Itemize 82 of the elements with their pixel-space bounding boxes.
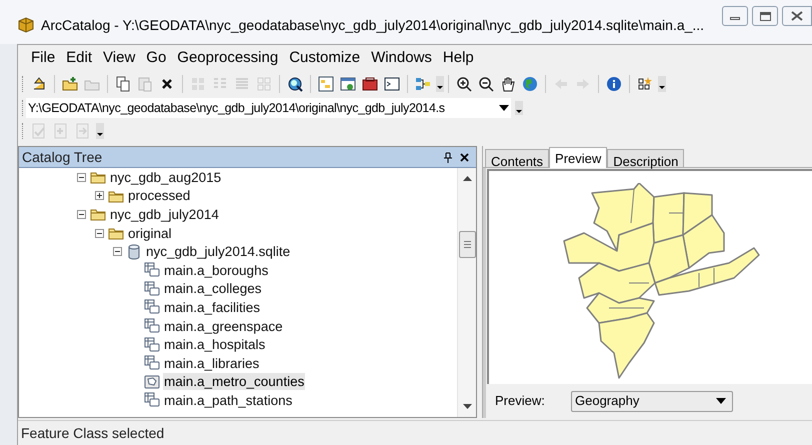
app-icon [17,15,35,33]
folder-icon [62,76,78,92]
paste-icon [137,76,153,92]
zoom-out-icon [478,76,494,92]
pane-title: Catalog Tree [22,148,104,167]
menu-item[interactable]: Geoprocessing [172,46,284,70]
dropdown-arrow-icon[interactable] [499,105,509,111]
tree-item[interactable]: main.a_metro_counties [163,373,306,390]
grid-star-icon [637,76,653,92]
collapse-icon[interactable] [77,210,86,219]
menu-item[interactable]: File [26,46,60,70]
import-document-icon [53,123,69,139]
table-icon [144,336,160,353]
globe-icon [522,76,538,92]
up-arrow-icon [31,76,47,92]
tree-item[interactable]: main.a_hospitals [163,336,266,354]
collapse-icon[interactable] [113,247,122,256]
scrollbar[interactable] [457,168,476,417]
tree-item[interactable]: processed [127,187,192,204]
tree-item[interactable]: nyc_gdb_july2014.sqlite [145,243,292,260]
tab[interactable]: Description [607,149,684,167]
tree-item[interactable]: main.a_path_stations [163,392,294,409]
details-icon [234,76,250,92]
toolbox-icon [362,76,378,92]
menu-item[interactable]: Windows [366,46,437,70]
copy-icon [115,76,131,92]
scroll-up-icon[interactable] [462,176,472,181]
console-window-icon [384,76,400,92]
table-icon [144,318,160,334]
location-field[interactable]: Y:\GEODATA\nyc_geodatabase\nyc_gdb_july2014\original\nyc_gdb_july2014.s [26,98,511,118]
close-icon [791,11,803,21]
menu-item[interactable]: View [98,46,140,70]
tree-item[interactable]: nyc_gdb_july2014 [109,206,220,223]
table-icon [144,299,160,316]
minimize-button[interactable] [722,6,748,26]
toolbar-options-icon[interactable] [436,76,444,92]
window-title: ArcCatalog - Y:\GEODATA\nyc_geodatabase\nyc_gdb_july2014\original\nyc_gdb_july2014.sqlite\main.a_... [41,16,704,35]
tree-window-icon [318,76,334,92]
menu-item[interactable]: Customize [284,46,366,70]
cylinder-icon [126,244,142,260]
tree-item[interactable]: main.a_facilities [163,298,262,316]
pin-icon[interactable] [444,152,452,162]
zoom-in-icon [456,76,472,92]
close-icon[interactable] [460,152,469,162]
tree-item[interactable]: nyc_gdb_aug2015 [109,168,222,186]
scroll-down-icon[interactable] [462,404,472,409]
info-icon [606,76,622,92]
preview-label: Preview: [495,392,546,410]
tree-item[interactable]: main.a_libraries [163,354,260,372]
table-icon [144,262,160,278]
expand-icon[interactable] [95,191,104,200]
status-text: Feature Class selected [21,424,164,442]
close-button[interactable] [782,6,812,26]
menu-item[interactable]: Go [141,46,172,70]
toolbar-options-icon[interactable] [96,123,104,139]
hand-icon [500,76,516,92]
tree-item[interactable]: main.a_greenspace [163,318,284,335]
preview-dropdown[interactable]: Geography [571,390,733,412]
tree-item[interactable]: main.a_colleges [163,280,263,298]
model-diagram-icon [415,76,431,92]
table-icon [144,355,160,372]
menu-item[interactable]: Edit [61,46,98,70]
scrollbar-thumb[interactable] [458,231,476,258]
search-window-icon [340,76,356,92]
tree-item[interactable]: original [127,224,173,242]
menu-item[interactable]: Help [438,46,479,70]
export-document-icon [75,123,91,139]
thumbnails-icon [256,76,272,92]
dropdown-arrow-icon[interactable] [716,398,726,404]
tab[interactable]: Preview [549,147,608,168]
search-icon [287,76,303,92]
tab[interactable]: Contents [485,149,550,167]
toolbar-options-icon[interactable] [515,101,523,115]
polygon-layer-icon [144,374,160,390]
collapse-icon[interactable] [95,228,104,238]
toolbar-options-icon[interactable] [658,76,666,92]
check-document-icon [31,123,47,139]
tree-item[interactable]: main.a_boroughs [163,262,270,279]
table-icon [144,280,160,297]
collapse-icon[interactable] [77,172,86,182]
table-icon [144,392,160,408]
maximize-button[interactable] [752,6,778,26]
